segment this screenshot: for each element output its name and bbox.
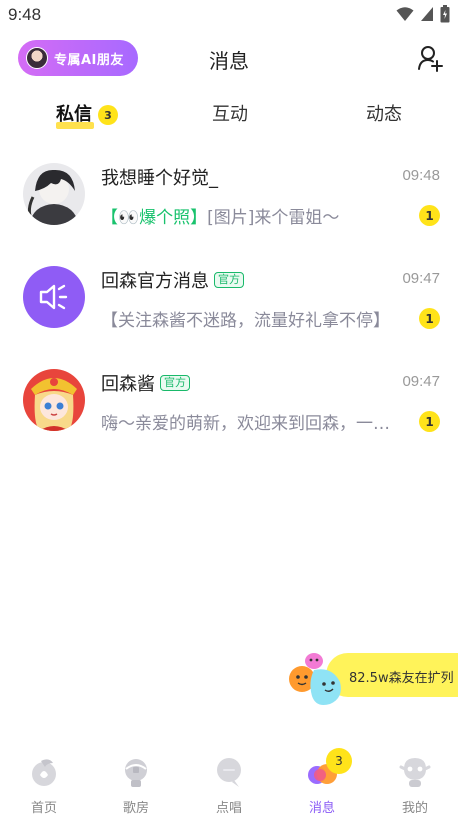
nav-label: 消息 [308,801,335,816]
contact-name: 回森酱 [101,374,155,395]
tab-private-message[interactable]: 私信 [56,100,94,129]
message-time: 09:47 [402,373,440,390]
nav-home[interactable]: 首页 [9,755,79,816]
nav-request-song[interactable]: 点唱 [194,755,264,816]
unread-badge: 1 [419,205,440,226]
song-room-icon [125,759,147,787]
preview-text: [图片]来个雷姐～ [207,208,340,228]
signal-icon [421,7,433,21]
tab-label: 私信 [56,104,92,125]
status-time: 9:48 [8,5,42,24]
official-tag: 官方 [160,375,190,391]
avatar [23,369,85,431]
preview-highlight: 【👀爆个照】 [101,208,208,228]
message-preview: 嗨～亲爱的萌新，欢迎来到回森，一起来唱歌吧 [101,414,391,434]
nav-profile[interactable]: 我的 [380,755,450,816]
message-time: 09:47 [402,270,440,287]
nav-label: 歌房 [122,801,149,816]
mascots-icon [289,653,341,705]
message-time: 09:48 [402,167,440,184]
status-bar: 9:48 [0,0,458,30]
conversation-item[interactable]: 我想睡个好觉_ 09:48 【👀爆个照】[图片]来个雷姐～ 1 [0,163,458,249]
nav-label: 点唱 [215,801,242,816]
bottom-nav: 首页 歌房 点唱 消息 我的 [0,755,458,820]
wifi-icon [396,7,414,21]
tab-interaction[interactable]: 互动 [212,100,248,126]
tab-unread-badge: 3 [98,105,118,125]
unread-badge: 1 [419,308,440,329]
nav-song-room[interactable]: 歌房 [101,755,171,816]
tab-feed[interactable]: 动态 [366,100,402,126]
header: 专属AI朋友 消息 [0,38,458,78]
contact-name: 回森官方消息 [101,271,209,292]
make-friends-banner-text: 82.5w森友在扩列 [349,671,454,686]
official-tag: 官方 [214,272,244,288]
contact-name: 我想睡个好觉_ [101,168,218,189]
avatar [23,266,85,328]
avatar [23,163,85,225]
nav-unread-badge: 3 [326,748,352,774]
battery-icon [440,5,450,23]
nav-label: 我的 [401,801,428,816]
status-icons [396,5,450,23]
message-preview: 【关注森酱不迷路，流量好礼拿不停】 [101,311,390,331]
message-preview: 【👀爆个照】[图片]来个雷姐～ [101,203,391,228]
page-title: 消息 [209,49,249,73]
home-icon [32,759,56,786]
request-song-icon [217,758,241,787]
conversation-item[interactable]: 回森酱 官方 09:47 嗨～亲爱的萌新，欢迎来到回森，一起来唱歌吧 1 [0,369,458,455]
profile-icon [399,758,431,787]
unread-badge: 1 [419,411,440,432]
nav-label: 首页 [30,801,57,816]
conversation-item[interactable]: 回森官方消息 官方 09:47 【关注森酱不迷路，流量好礼拿不停】 1 [0,266,458,352]
add-friend-icon[interactable] [416,44,444,72]
